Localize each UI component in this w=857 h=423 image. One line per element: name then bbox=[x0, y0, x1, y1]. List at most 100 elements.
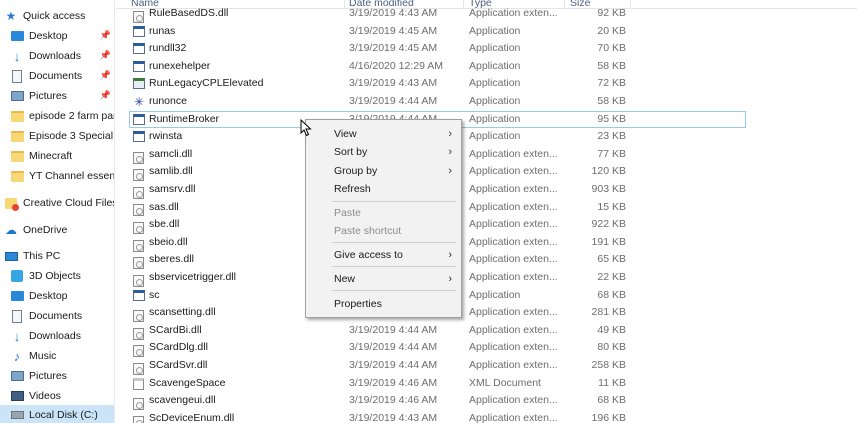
file-type: Application exten... bbox=[469, 218, 558, 231]
file-row[interactable]: RuleBasedDS.dll 3/19/2019 4:43 AM Applicat… bbox=[116, 5, 857, 23]
sidebar-item-quick-access[interactable]: ★ Quick access bbox=[0, 6, 114, 26]
file-size: 65 KB bbox=[597, 253, 626, 266]
menu-item-refresh[interactable]: Refresh bbox=[306, 180, 461, 198]
menu-separator bbox=[332, 242, 456, 243]
file-size: 70 KB bbox=[597, 42, 626, 55]
sidebar-item-documents[interactable]: Documents bbox=[0, 306, 114, 326]
file-size: 77 KB bbox=[597, 147, 626, 160]
sidebar-item-episode-2-farm-part[interactable]: episode 2 farm part bbox=[0, 106, 115, 126]
menu-item-group-by[interactable]: Group by › bbox=[306, 162, 461, 180]
sidebar-item-pictures[interactable]: Pictures 📌 bbox=[0, 86, 114, 106]
sidebar-item-3d-objects[interactable]: 3D Objects bbox=[0, 266, 114, 286]
sidebar-item-label: Music bbox=[29, 350, 57, 362]
file-row[interactable]: samcli.dll3/19/2019 4:44 AMApplication e… bbox=[116, 146, 857, 164]
sidebar-item-onedrive[interactable]: ☁ OneDrive bbox=[0, 220, 114, 240]
file-row[interactable]: ScDeviceEnum.dll 3/19/2019 4:43 AM Applica… bbox=[116, 410, 857, 423]
sidebar-item-yt-channel-essencia[interactable]: YT Channel essencia bbox=[0, 166, 115, 186]
file-name: runas bbox=[149, 24, 176, 37]
dll-file-icon bbox=[133, 309, 144, 322]
file-row[interactable]: rwinsta3/19/2019 4:44 AMApplication23 KB bbox=[116, 128, 857, 146]
file-row[interactable]: sberes.dll3/19/2019 4:44 AMApplication e… bbox=[116, 251, 857, 270]
file-row[interactable]: RunLegacyCPLElevated 3/19/2019 4:43 AM App… bbox=[116, 75, 857, 93]
file-row[interactable]: runexehelper 4/16/2020 12:29 AM Applicatio… bbox=[116, 58, 857, 76]
file-row[interactable]: rundll32 3/19/2019 4:45 AM Application 70 K… bbox=[116, 40, 857, 58]
file-row[interactable]: SCardSvr.dll 3/19/2019 4:44 AM Application… bbox=[116, 357, 857, 375]
file-size: 281 KB bbox=[591, 306, 626, 319]
file-row[interactable]: sbeio.dll3/19/2019 4:44 AMApplication ex… bbox=[116, 234, 857, 252]
dll-file-icon bbox=[133, 345, 144, 358]
sidebar-item-episode-3-special-gu[interactable]: Episode 3 Special Gu bbox=[0, 126, 114, 146]
dll-file-icon bbox=[133, 239, 144, 252]
file-type: Application bbox=[469, 95, 521, 107]
file-size: 68 KB bbox=[597, 394, 626, 407]
menu-item-view[interactable]: View › bbox=[306, 125, 461, 143]
pc-icon bbox=[4, 249, 18, 263]
sidebar-item-label: episode 2 farm part bbox=[29, 110, 115, 122]
file-row[interactable]: sc3/19/2019 4:44 AMApplication68 KB bbox=[116, 287, 857, 305]
menu-item-label: View bbox=[334, 128, 357, 140]
folder-icon bbox=[10, 129, 24, 143]
file-type: Application exten... bbox=[469, 394, 558, 407]
sidebar-item-label: Local Disk (C:) bbox=[29, 409, 98, 421]
file-type: Application bbox=[469, 112, 521, 125]
dll-file-icon bbox=[133, 397, 144, 410]
menu-item-label: Group by bbox=[334, 165, 378, 177]
menu-separator bbox=[332, 290, 456, 291]
file-row[interactable]: sbservicetrigger.dll3/19/2019 4:44 AMApp… bbox=[116, 269, 857, 287]
sidebar-item-this-pc[interactable]: This PC bbox=[0, 246, 114, 266]
file-size: 92 KB bbox=[597, 7, 626, 19]
star-icon: ★ bbox=[5, 9, 17, 23]
sidebar-item-minecraft[interactable]: Minecraft bbox=[0, 146, 114, 166]
file-size: 58 KB bbox=[597, 59, 626, 72]
sidebar-item-videos[interactable]: Videos bbox=[0, 386, 114, 406]
file-type: Application exten... bbox=[469, 341, 558, 354]
music-icon: ♪ bbox=[13, 348, 21, 364]
cloud-icon: ☁ bbox=[5, 223, 17, 237]
sidebar-item-downloads[interactable]: ↓ Downloads bbox=[0, 326, 114, 346]
file-type: Application exten... bbox=[469, 271, 558, 283]
sidebar-item-documents[interactable]: Documents 📌 bbox=[0, 66, 114, 86]
menu-item-new[interactable]: New › bbox=[306, 270, 461, 288]
file-type: Application exten... bbox=[469, 359, 558, 371]
sidebar-item-creative-cloud-files[interactable]: Creative Cloud Files bbox=[0, 193, 114, 213]
sidebar-item-downloads[interactable]: ↓ Downloads 📌 bbox=[0, 46, 114, 66]
sidebar-item-label: Desktop bbox=[29, 30, 68, 42]
pin-icon: 📌 bbox=[99, 70, 111, 80]
dll-file-icon bbox=[133, 362, 144, 375]
file-row[interactable]: ScavengeSpace 3/19/2019 4:46 AM XML Docume… bbox=[116, 375, 857, 393]
sidebar-item-label: 3D Objects bbox=[29, 270, 81, 282]
documents-icon bbox=[10, 309, 24, 323]
file-row[interactable]: sas.dll3/19/2019 4:44 AMApplication exte… bbox=[116, 199, 857, 217]
file-row[interactable]: ✳ runonce 3/19/2019 4:44 AM Application 58 K… bbox=[116, 93, 857, 111]
sidebar-item-pictures[interactable]: Pictures bbox=[0, 366, 114, 386]
file-row[interactable]: runas 3/19/2019 4:45 AM Application 20 KB bbox=[116, 23, 857, 41]
desktop-icon bbox=[10, 289, 24, 303]
menu-item-properties[interactable]: Properties bbox=[306, 295, 461, 313]
sidebar-item-desktop[interactable]: Desktop 📌 bbox=[0, 26, 114, 46]
folder-icon bbox=[10, 169, 24, 183]
file-type: Application exten... bbox=[469, 200, 558, 213]
file-name: SCardDlg.dll bbox=[149, 341, 208, 354]
sidebar-item-label: YT Channel essencia bbox=[29, 170, 115, 182]
file-row[interactable]: SCardDlg.dll 3/19/2019 4:44 AM Application… bbox=[116, 339, 857, 358]
file-row[interactable]: scansetting.dll3/19/2019 4:44 AMApplicat… bbox=[116, 304, 857, 322]
file-row[interactable]: RuntimeBroker3/19/2019 4:44 AMApplicatio… bbox=[116, 110, 857, 129]
sidebar-item-label: Pictures bbox=[29, 90, 67, 102]
menu-item-give-access-to[interactable]: Give access to › bbox=[306, 246, 461, 264]
file-row[interactable]: sbe.dll3/19/2019 4:44 AMApplication exte… bbox=[116, 216, 857, 234]
menu-item-sort-by[interactable]: Sort by › bbox=[306, 143, 461, 161]
file-type: Application exten... bbox=[469, 253, 558, 266]
file-row[interactable]: SCardBi.dll 3/19/2019 4:44 AM Application … bbox=[116, 322, 857, 340]
sidebar-item-music[interactable]: ♪ Music bbox=[0, 346, 114, 366]
menu-separator bbox=[332, 201, 456, 202]
pin-icon: 📌 bbox=[99, 90, 111, 100]
sidebar-item-desktop[interactable]: Desktop bbox=[0, 286, 114, 306]
file-row[interactable]: samsrv.dll3/19/2019 4:44 AMApplication e… bbox=[116, 181, 857, 199]
file-row[interactable]: samlib.dll3/19/2019 4:44 AMApplication e… bbox=[116, 163, 857, 182]
sidebar-item-label: Quick access bbox=[23, 10, 86, 22]
sidebar-item-label: Pictures bbox=[29, 370, 67, 382]
chevron-right-icon: › bbox=[448, 165, 452, 177]
file-row[interactable]: scavengeui.dll 3/19/2019 4:46 AM Applicati… bbox=[116, 392, 857, 410]
file-list: RuleBasedDS.dll 3/19/2019 4:43 AM Applicat… bbox=[116, 5, 857, 423]
sidebar-item-local-disk-c[interactable]: Local Disk (C:) bbox=[0, 405, 114, 423]
